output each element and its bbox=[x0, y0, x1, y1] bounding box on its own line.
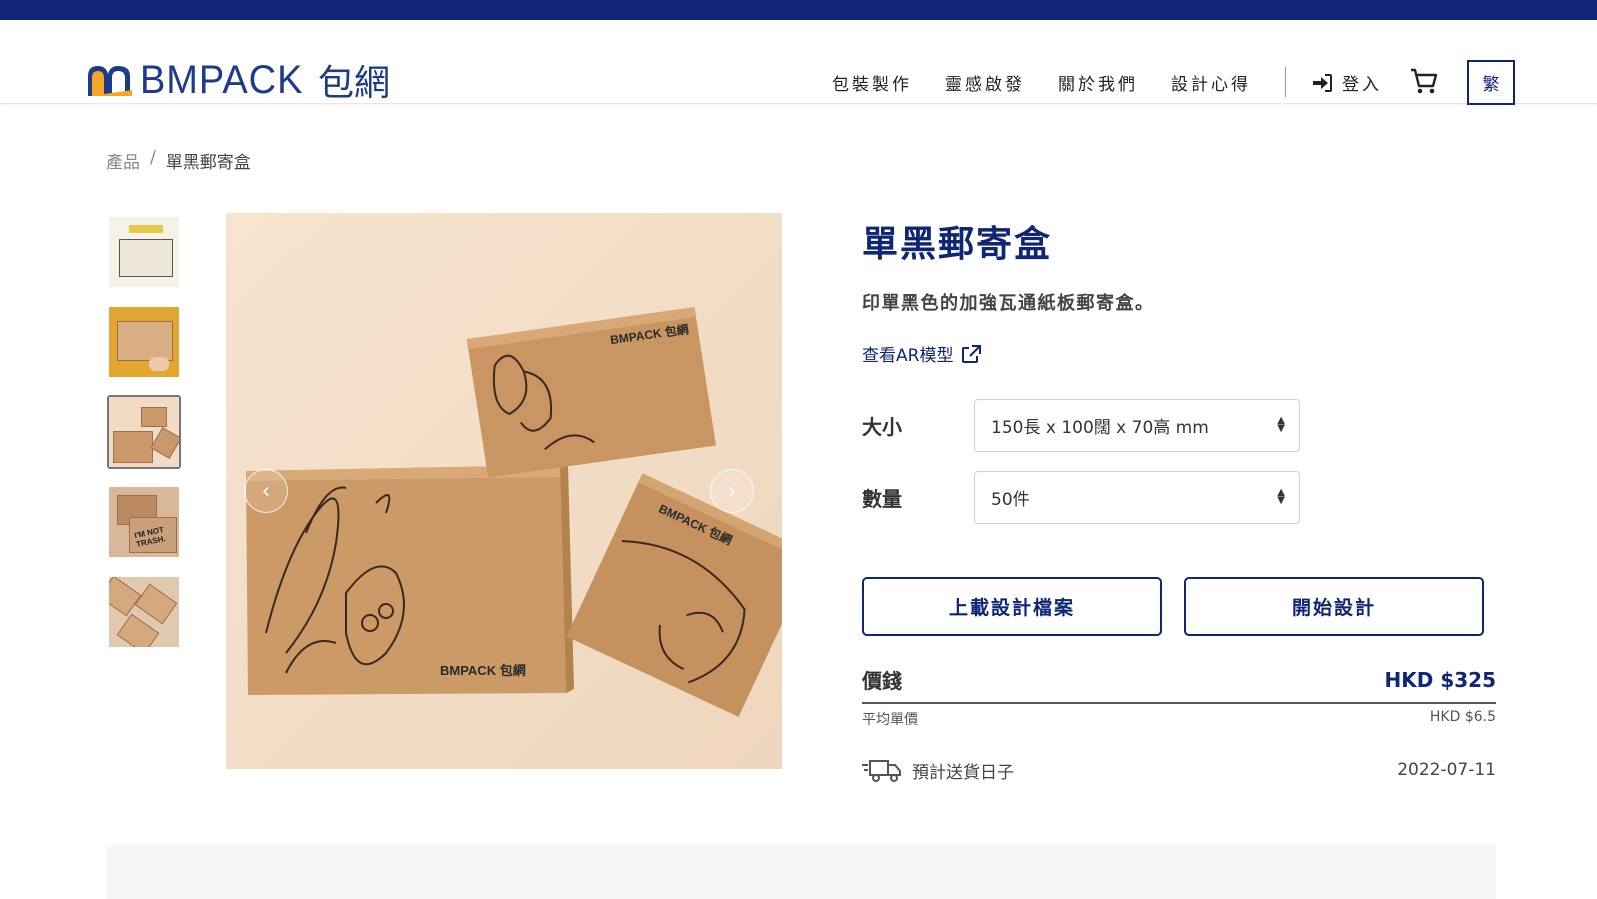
nav-item-packaging[interactable]: 包裝製作 bbox=[832, 70, 912, 95]
external-link-icon bbox=[962, 344, 982, 363]
nav-item-inspiration[interactable]: 靈感啟發 bbox=[945, 70, 1025, 95]
breadcrumb-current: 單黑郵寄盒 bbox=[165, 153, 251, 173]
product-photo-illustration: BMPACK 包網 BMPACK 包網 BMPACK 包網 bbox=[226, 213, 782, 769]
select-caret-icon: ▲ ▼ bbox=[1277, 415, 1285, 434]
product-main-image: BMPACK 包網 BMPACK 包網 BMPACK 包網 ‹ › bbox=[226, 213, 782, 769]
cart-button[interactable] bbox=[1410, 67, 1438, 99]
logo-chinese: 包網 bbox=[317, 63, 390, 104]
cart-icon bbox=[1411, 68, 1438, 94]
upload-design-button[interactable]: 上載設計檔案 bbox=[862, 577, 1162, 636]
nav-divider bbox=[1285, 67, 1286, 97]
size-select[interactable]: 150長 x 100闊 x 70高 mm ▲ ▼ bbox=[974, 399, 1300, 452]
unit-price-label: 平均單價 bbox=[862, 712, 918, 728]
top-accent-bar bbox=[0, 0, 1597, 20]
price-value: HKD $325 bbox=[1384, 667, 1496, 692]
logo-mark-icon bbox=[88, 66, 132, 96]
ar-model-link[interactable]: 查看AR模型 bbox=[862, 341, 1496, 366]
main-nav: 包裝製作 靈感啟發 關於我們 設計心得 bbox=[832, 70, 1284, 95]
chevron-right-icon: › bbox=[727, 478, 737, 504]
thumbnail-3[interactable] bbox=[107, 395, 181, 469]
ar-model-label: 查看AR模型 bbox=[862, 346, 954, 366]
site-header: BMPACK 包網 包裝製作 靈感啟發 關於我們 設計心得 登入 繁 bbox=[0, 20, 1597, 105]
product-info: 單黑郵寄盒 印單黑色的加強瓦通紙板郵寄盒。 查看AR模型 大小 150長 x 1… bbox=[862, 215, 1496, 783]
quantity-label: 數量 bbox=[862, 487, 902, 511]
size-select-value: 150長 x 100闊 x 70高 mm bbox=[991, 418, 1209, 438]
thumbnail-5[interactable] bbox=[107, 575, 181, 649]
breadcrumb: 產品 / 單黑郵寄盒 bbox=[106, 148, 251, 173]
logo-wordmark: BMPACK bbox=[140, 57, 304, 102]
carousel-next-button[interactable]: › bbox=[710, 469, 754, 513]
price-row: 價錢 HKD $325 bbox=[862, 665, 1496, 704]
nav-item-about[interactable]: 關於我們 bbox=[1058, 70, 1138, 95]
carousel-prev-button[interactable]: ‹ bbox=[244, 469, 288, 513]
quantity-select[interactable]: 50件 ▲ ▼ bbox=[974, 471, 1300, 524]
price-label: 價錢 bbox=[862, 669, 902, 693]
breadcrumb-separator: / bbox=[150, 148, 156, 168]
delivery-row: 預計送貨日子 2022-07-11 bbox=[862, 757, 1496, 783]
product-description: 印單黑色的加強瓦通紙板郵寄盒。 bbox=[862, 293, 1155, 314]
quantity-field: 數量 50件 ▲ ▼ bbox=[862, 471, 1300, 524]
box-brand-large: BMPACK 包網 bbox=[440, 663, 526, 678]
delivery-label: 預計送貨日子 bbox=[912, 762, 1014, 783]
brand-logo[interactable]: BMPACK 包網 bbox=[86, 57, 390, 104]
unit-price-row: 平均單價 HKD $6.5 bbox=[862, 709, 1496, 729]
chevron-left-icon: ‹ bbox=[261, 478, 271, 504]
thumbnail-2[interactable] bbox=[107, 305, 181, 379]
quantity-select-value: 50件 bbox=[991, 490, 1030, 510]
nav-item-design-notes[interactable]: 設計心得 bbox=[1171, 70, 1251, 95]
language-toggle-button[interactable]: 繁 bbox=[1467, 60, 1515, 105]
login-label: 登入 bbox=[1342, 75, 1382, 95]
thumbnail-4[interactable]: I'M NOT TRASH. bbox=[107, 485, 181, 559]
bottom-section bbox=[106, 845, 1496, 899]
login-link[interactable]: 登入 bbox=[1312, 70, 1382, 95]
thumbnail-list: I'M NOT TRASH. bbox=[107, 215, 183, 665]
select-caret-icon: ▲ ▼ bbox=[1277, 487, 1285, 506]
unit-price-value: HKD $6.5 bbox=[1429, 709, 1496, 725]
breadcrumb-root[interactable]: 產品 bbox=[106, 148, 140, 173]
size-field: 大小 150長 x 100闊 x 70高 mm ▲ ▼ bbox=[862, 399, 1300, 452]
sign-in-icon bbox=[1313, 73, 1332, 92]
delivery-truck-icon bbox=[862, 760, 901, 782]
delivery-date: 2022-07-11 bbox=[1397, 760, 1496, 780]
size-label: 大小 bbox=[862, 415, 902, 439]
thumbnail-1[interactable] bbox=[107, 215, 181, 289]
product-title: 單黑郵寄盒 bbox=[862, 224, 1053, 265]
start-design-button[interactable]: 開始設計 bbox=[1184, 577, 1484, 636]
